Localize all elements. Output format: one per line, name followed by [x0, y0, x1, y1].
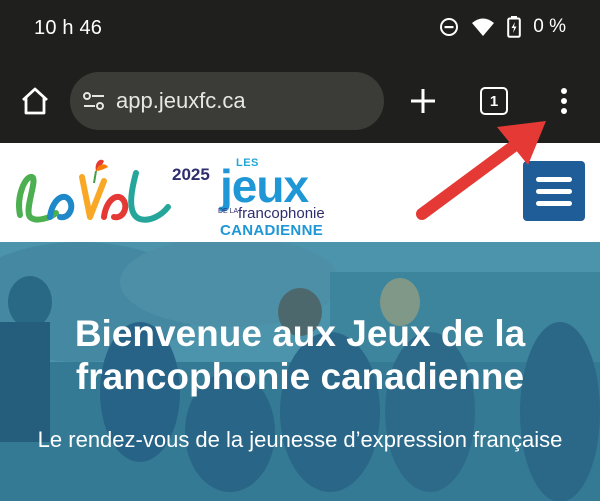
- site-settings-icon[interactable]: [82, 90, 106, 112]
- do-not-disturb-icon: [439, 17, 459, 37]
- site-header: 2025 LES jeux DE LA francophonie CANADIE…: [0, 143, 600, 242]
- logo-de-la: DE LA: [218, 208, 239, 215]
- url-text[interactable]: app.jeuxfc.ca: [116, 88, 246, 114]
- url-bar[interactable]: app.jeuxfc.ca: [70, 72, 384, 130]
- home-icon: [22, 87, 48, 115]
- tab-count: 1: [489, 92, 499, 110]
- hero-title: Bienvenue aux Jeux de la francophonie ca…: [74, 313, 526, 397]
- battery-charging-icon: [507, 16, 522, 38]
- logo-canadienne: CANADIENNE: [220, 222, 324, 239]
- logo-jeux: jeux: [220, 160, 309, 212]
- hamburger-icon: [536, 177, 572, 182]
- browser-toolbar: app.jeuxfc.ca 1: [0, 60, 600, 143]
- status-icons: 0 %: [439, 16, 566, 38]
- logo-year: 2025: [172, 165, 210, 184]
- laval-logo[interactable]: [12, 155, 172, 233]
- status-bar: 10 h 46 0 %: [0, 0, 600, 60]
- status-time: 10 h 46: [34, 17, 103, 39]
- hero-subtitle: Le rendez-vous de la jeunesse d’expressi…: [37, 427, 563, 452]
- battery-percent: 0 %: [533, 16, 566, 37]
- more-menu-icon: [561, 88, 567, 114]
- hamburger-line: [536, 189, 572, 194]
- logo-francophonie: francophonie: [238, 205, 325, 222]
- site-menu-button[interactable]: [523, 161, 585, 221]
- wifi-icon: [471, 17, 495, 37]
- hero-section: Bienvenue aux Jeux de la francophonie ca…: [0, 242, 600, 501]
- new-tab-button[interactable]: [406, 84, 440, 118]
- home-button[interactable]: [18, 84, 52, 118]
- new-tab-icon: [411, 89, 435, 113]
- tab-switcher-button[interactable]: 1: [480, 87, 508, 115]
- hamburger-line: [536, 201, 572, 206]
- more-menu-button[interactable]: [554, 82, 574, 122]
